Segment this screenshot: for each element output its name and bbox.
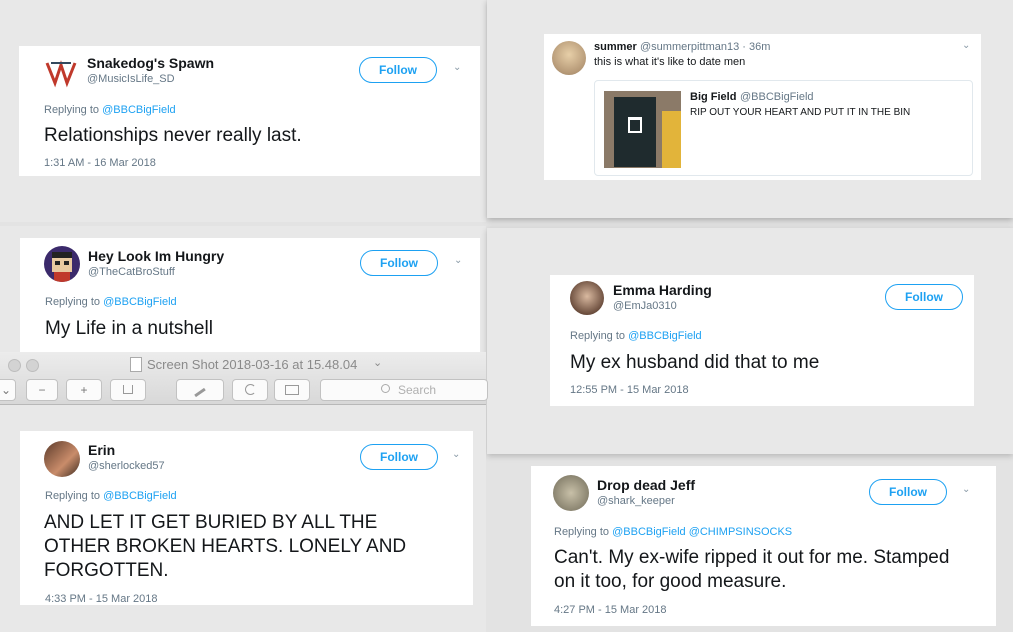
user-handle[interactable]: @shark_keeper	[597, 495, 675, 507]
tweet-timestamp[interactable]: 4:33 PM - 15 Mar 2018	[45, 593, 158, 605]
document-icon	[130, 357, 142, 372]
share-button[interactable]	[110, 379, 146, 401]
reply-mention-link[interactable]: @BBCBigField @CHIMPSINSOCKS	[612, 526, 792, 538]
search-field[interactable]: Search	[320, 379, 488, 401]
reply-context: Replying to @BBCBigField	[45, 296, 177, 308]
avatar[interactable]	[552, 41, 586, 75]
avatar[interactable]	[44, 441, 80, 477]
user-name[interactable]: Hey Look Im Hungry	[88, 248, 224, 264]
user-handle[interactable]: @summerpittman13 · 36m	[640, 41, 770, 53]
tweet-text: this is what it's like to date men	[594, 56, 746, 68]
follow-button[interactable]: Follow	[359, 57, 437, 83]
reply-prefix: Replying to	[554, 526, 610, 538]
search-placeholder: Search	[398, 383, 437, 397]
user-handle[interactable]: @EmJa0310	[613, 300, 677, 312]
preview-toolbar: Screen Shot 2018-03-16 at 15.48.04 ⌄ ⌄ −…	[0, 352, 488, 405]
tweet-timestamp[interactable]: 4:27 PM - 15 Mar 2018	[554, 604, 667, 616]
avatar[interactable]	[43, 55, 79, 91]
reply-mention-link[interactable]: @BBCBigField	[628, 330, 702, 342]
user-name[interactable]: Snakedog's Spawn	[87, 55, 214, 71]
user-name[interactable]: summer	[594, 41, 637, 53]
follow-button[interactable]: Follow	[360, 250, 438, 276]
chevron-down-icon[interactable]: ⌄	[453, 62, 461, 73]
minimize-window-button[interactable]	[26, 359, 39, 372]
title-chevron-icon[interactable]: ⌄	[373, 356, 382, 369]
tweet-card-emma: Emma Harding @EmJa0310 Follow Replying t…	[550, 275, 974, 406]
tweet-timestamp[interactable]: 1:31 AM - 16 Mar 2018	[44, 157, 156, 169]
tweet-card-jeff: Drop dead Jeff @shark_keeper Follow ⌄ Re…	[531, 466, 996, 626]
user-handle[interactable]: @sherlocked57	[88, 460, 165, 472]
zoom-in-icon: +	[80, 383, 88, 397]
tweet-card-erin: Erin @sherlocked57 Follow ⌄ Replying to …	[20, 431, 473, 605]
user-name[interactable]: Drop dead Jeff	[597, 477, 695, 493]
bin-icon	[628, 117, 642, 133]
follow-button[interactable]: Follow	[869, 479, 947, 505]
tweet-text: AND LET IT GET BURIED BY ALL THE OTHER B…	[44, 512, 407, 581]
follow-button[interactable]: Follow	[885, 284, 963, 310]
reply-mention-link[interactable]: @BBCBigField	[103, 296, 177, 308]
user-handle[interactable]: @TheCatBroStuff	[88, 266, 175, 278]
rotate-button[interactable]	[232, 379, 268, 401]
tweet-card-hungry: Hey Look Im Hungry @TheCatBroStuff Follo…	[20, 238, 480, 354]
avatar[interactable]	[44, 246, 80, 282]
reply-prefix: Replying to	[45, 296, 101, 308]
reply-mention-link[interactable]: @BBCBigField	[102, 104, 176, 116]
reply-context: Replying to @BBCBigField	[570, 330, 702, 342]
reply-mention-link[interactable]: @BBCBigField	[103, 490, 177, 502]
quoted-tweet-image	[604, 91, 681, 168]
pen-icon	[194, 387, 206, 398]
tweet-text: Relationships never really last.	[44, 125, 302, 146]
chevron-down-icon[interactable]: ⌄	[962, 484, 970, 495]
chevron-down-icon[interactable]: ⌄	[452, 449, 460, 460]
toolbox-icon	[285, 385, 299, 395]
chevron-down-icon[interactable]: ⌄	[962, 40, 970, 51]
zoom-out-icon: −	[38, 383, 46, 397]
user-name[interactable]: Erin	[88, 442, 115, 458]
rotate-icon	[244, 384, 256, 395]
toolbox-button[interactable]	[274, 379, 310, 401]
chevron-down-icon[interactable]: ⌄	[454, 255, 462, 266]
avatar[interactable]	[553, 475, 589, 511]
tweet-card-snakedog: Snakedog's Spawn @MusicIsLife_SD Follow …	[19, 46, 480, 176]
close-window-button[interactable]	[8, 359, 21, 372]
window-title: Screen Shot 2018-03-16 at 15.48.04	[147, 357, 358, 372]
follow-button[interactable]: Follow	[360, 444, 438, 470]
user-name[interactable]: Emma Harding	[613, 282, 712, 298]
user-handle[interactable]: @MusicIsLife_SD	[87, 73, 175, 85]
tweet-card-summer: summer @summerpittman13 · 36m ⌄ this is …	[544, 34, 981, 180]
tweet-text: Can't. My ex-wife ripped it out for me. …	[554, 547, 950, 592]
zoom-in-button[interactable]: +	[66, 379, 102, 401]
reply-prefix: Replying to	[44, 104, 100, 116]
search-icon	[381, 384, 390, 393]
tweet-text: My Life in a nutshell	[45, 318, 213, 339]
quoted-tweet[interactable]: Big Field @BBCBigField RIP OUT YOUR HEAR…	[594, 80, 973, 176]
reply-context: Replying to @BBCBigField @CHIMPSINSOCKS	[554, 526, 792, 538]
markup-button[interactable]	[176, 379, 224, 401]
quoted-user-handle: @BBCBigField	[740, 91, 814, 103]
quoted-user-name: Big Field	[690, 91, 737, 103]
reply-context: Replying to @BBCBigField	[45, 490, 177, 502]
sidebar-chevron-button[interactable]: ⌄	[0, 379, 16, 401]
reply-prefix: Replying to	[45, 490, 101, 502]
zoom-out-button[interactable]: −	[26, 379, 58, 401]
tweet-text: My ex husband did that to me	[570, 352, 820, 373]
reply-context: Replying to @BBCBigField	[44, 104, 176, 116]
tweet-timestamp[interactable]: 12:55 PM - 15 Mar 2018	[570, 384, 689, 396]
avatar[interactable]	[570, 281, 604, 315]
quoted-tweet-text: RIP OUT YOUR HEART AND PUT IT IN THE BIN	[690, 107, 911, 118]
reply-prefix: Replying to	[570, 330, 626, 342]
share-icon	[123, 385, 133, 394]
